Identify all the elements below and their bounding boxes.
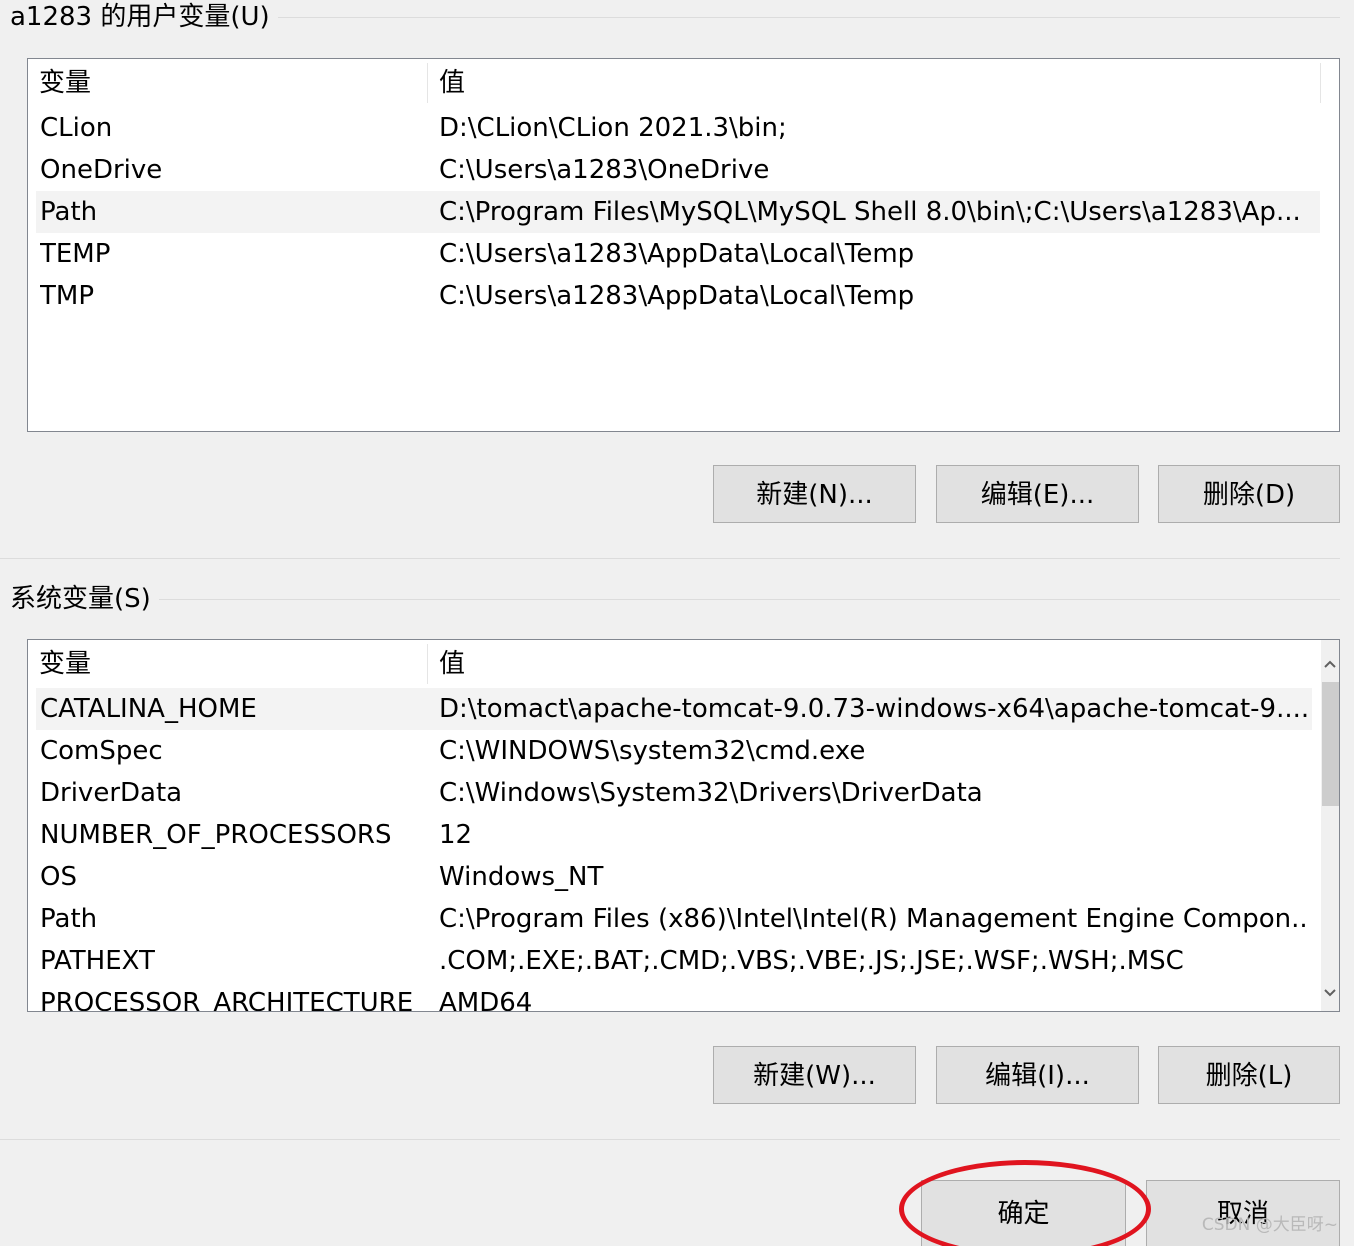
system-var-row[interactable]: PROCESSOR_ARCHITECTURE AMD64 (36, 982, 1312, 1012)
system-var-row-name: PATHEXT (40, 946, 155, 976)
system-var-row[interactable]: OS Windows_NT (36, 856, 1312, 898)
system-var-row-value: AMD64 (439, 988, 533, 1012)
system-vars-list[interactable]: 变量 值 CATALINA_HOME D:\tomact\apache-tomca… (27, 639, 1340, 1012)
system-var-row[interactable]: DriverData C:\Windows\System32\Drivers\Dr… (36, 772, 1312, 814)
user-var-row[interactable]: TMP C:\Users\a1283\AppData\Local\Temp (36, 275, 1320, 317)
system-var-row-value: Windows_NT (439, 862, 604, 892)
system-var-row-name: CATALINA_HOME (40, 694, 257, 724)
user-vars-list-header: 变量 值 (28, 59, 1339, 107)
user-vars-new-button[interactable]: 新建(N)... (713, 465, 916, 523)
system-var-row[interactable]: NUMBER_OF_PROCESSORS 12 (36, 814, 1312, 856)
system-vars-list-header: 变量 值 (28, 640, 1339, 688)
user-var-row-name: OneDrive (40, 155, 163, 185)
cancel-button[interactable]: 取消 (1146, 1180, 1340, 1246)
chevron-up-icon[interactable] (1321, 644, 1339, 678)
user-vars-group-title: a1283 的用户变量(U) (10, 0, 278, 34)
ok-button[interactable]: 确定 (921, 1180, 1126, 1246)
system-var-row-name: Path (40, 904, 98, 934)
user-vars-edit-button[interactable]: 编辑(E)... (936, 465, 1139, 523)
user-var-row-name: CLion (40, 113, 113, 143)
system-var-row[interactable]: ComSpec C:\WINDOWS\system32\cmd.exe (36, 730, 1312, 772)
user-vars-delete-button[interactable]: 删除(D) (1158, 465, 1340, 523)
system-var-row-name: NUMBER_OF_PROCESSORS (40, 820, 392, 850)
system-var-row-value: 12 (439, 820, 473, 850)
system-var-row[interactable]: PATHEXT .COM;.EXE;.BAT;.CMD;.VBS;.VBE;.JS… (36, 940, 1312, 982)
system-var-row-value: .COM;.EXE;.BAT;.CMD;.VBS;.VBE;.JS;.JSE;.… (439, 946, 1184, 976)
user-vars-col-name[interactable]: 变量 (28, 59, 427, 107)
system-vars-group-title: 系统变量(S) (10, 582, 159, 616)
system-var-row-name: DriverData (40, 778, 183, 808)
section-separator-1 (0, 558, 1340, 559)
system-vars-col-name[interactable]: 变量 (28, 640, 427, 688)
chevron-down-icon[interactable] (1321, 973, 1339, 1007)
environment-variables-dialog: a1283 的用户变量(U) 变量 值 CLion D:\CLion\CLion … (0, 0, 1354, 1246)
system-vars-new-button[interactable]: 新建(W)... (713, 1046, 916, 1104)
system-vars-edit-button[interactable]: 编辑(I)... (936, 1046, 1139, 1104)
user-var-row-name: Path (40, 197, 98, 227)
user-var-row[interactable]: Path C:\Program Files\MySQL\MySQL Shell 8… (36, 191, 1320, 233)
system-var-row-name: OS (40, 862, 77, 892)
user-var-row-value: C:\Users\a1283\AppData\Local\Temp (439, 239, 915, 269)
user-var-row-value: C:\Users\a1283\OneDrive (439, 155, 770, 185)
system-var-row[interactable]: CATALINA_HOME D:\tomact\apache-tomcat-9.0… (36, 688, 1312, 730)
system-vars-delete-button[interactable]: 删除(L) (1158, 1046, 1340, 1104)
user-var-row-value: C:\Users\a1283\AppData\Local\Temp (439, 281, 915, 311)
user-vars-col-divider-end (1320, 63, 1321, 103)
user-var-row-name: TEMP (40, 239, 111, 269)
user-vars-group-rule (270, 17, 1340, 18)
user-vars-col-value[interactable]: 值 (428, 59, 1320, 107)
system-var-row-value: C:\WINDOWS\system32\cmd.exe (439, 736, 866, 766)
user-var-row[interactable]: CLion D:\CLion\CLion 2021.3\bin; (36, 107, 1320, 149)
system-vars-scrollbar[interactable] (1321, 640, 1339, 1011)
system-var-row-name: PROCESSOR_ARCHITECTURE (40, 988, 414, 1012)
user-var-row-value: D:\CLion\CLion 2021.3\bin; (439, 113, 787, 143)
watermark: CSDN @大臣呀~ (1201, 1215, 1338, 1235)
user-var-row[interactable]: OneDrive C:\Users\a1283\OneDrive (36, 149, 1320, 191)
system-vars-group-rule (150, 599, 1340, 600)
section-separator-2 (0, 1139, 1340, 1140)
user-var-row-name: TMP (40, 281, 94, 311)
system-var-row-value: C:\Program Files (x86)\Intel\Intel(R) Ma… (439, 904, 1309, 934)
system-var-row-value: C:\Windows\System32\Drivers\DriverData (439, 778, 983, 808)
user-var-row[interactable]: TEMP C:\Users\a1283\AppData\Local\Temp (36, 233, 1320, 275)
user-vars-list[interactable]: 变量 值 CLion D:\CLion\CLion 2021.3\bin; OneD… (27, 58, 1340, 432)
system-var-row-value: D:\tomact\apache-tomcat-9.0.73-windows-x… (439, 694, 1309, 724)
system-vars-scroll-thumb[interactable] (1322, 682, 1339, 806)
system-var-row-name: ComSpec (40, 736, 163, 766)
system-vars-col-value[interactable]: 值 (428, 640, 1320, 688)
user-var-row-value: C:\Program Files\MySQL\MySQL Shell 8.0\b… (439, 197, 1301, 227)
system-var-row[interactable]: Path C:\Program Files (x86)\Intel\Intel(R… (36, 898, 1312, 940)
